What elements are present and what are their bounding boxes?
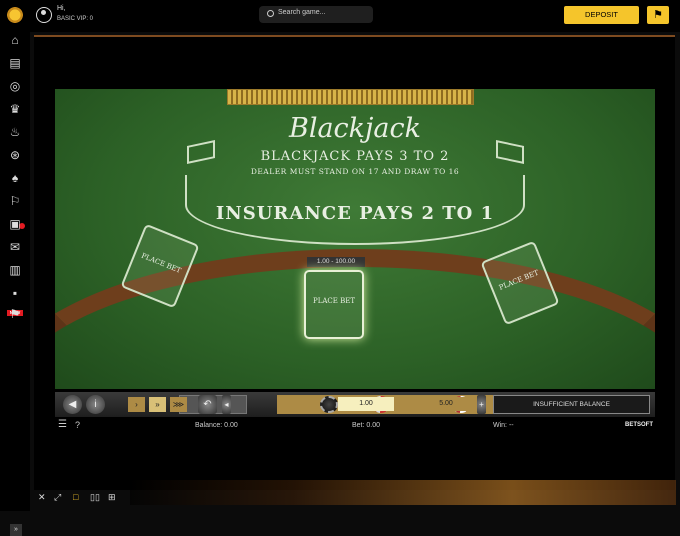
home-icon[interactable]: ⌂: [8, 33, 22, 47]
undo-icon[interactable]: ↶: [198, 395, 217, 414]
search-icon: [267, 10, 274, 17]
top-bar: Hi, BASIC VIP: 0 Search game... DEPOSIT …: [0, 0, 680, 32]
balance: Balance: 0.00: [195, 422, 238, 429]
logo[interactable]: [4, 4, 26, 26]
vip-level: BASIC VIP: 0: [57, 16, 94, 22]
place-bet-center[interactable]: PLACE BET: [304, 270, 364, 339]
cards-icon[interactable]: ♠: [8, 171, 22, 185]
info-icon[interactable]: i: [86, 395, 105, 414]
quad-view-icon[interactable]: ⊞: [108, 492, 116, 503]
checkered-flag-icon[interactable]: ⚑: [647, 6, 669, 24]
win: Win: --: [493, 422, 514, 429]
info-bar: ☰ ? Balance: 0.00 Bet: 0.00 Win: -- BETS…: [55, 417, 655, 435]
single-view-icon[interactable]: □: [73, 492, 78, 502]
deposit-button[interactable]: DEPOSIT: [564, 6, 639, 24]
live-casino-icon[interactable]: ♛: [8, 102, 22, 116]
brand-logo: BETSOFT: [625, 422, 653, 428]
ticket-icon[interactable]: ▪: [8, 286, 22, 300]
dealer-chip-tray: [227, 89, 474, 105]
payout-blackjack: BLACKJACK PAYS 3 TO 2: [260, 149, 450, 164]
sound-icon[interactable]: ◀: [63, 395, 82, 414]
gift-icon[interactable]: ✉: [8, 240, 22, 254]
promotions-icon[interactable]: ⚐: [8, 194, 22, 208]
chip-value-2: 5.00: [418, 397, 474, 411]
roulette-icon[interactable]: ⊛: [8, 148, 22, 162]
payout-insurance: INSURANCE PAYS 2 TO 1: [215, 203, 495, 224]
user-greeting: Hi,: [57, 5, 66, 12]
status-message: INSUFFICIENT BALANCE: [493, 395, 650, 414]
bet-limits: 1.00 - 100.00: [307, 257, 365, 267]
chips-icon[interactable]: ◎: [8, 79, 22, 93]
bank-icon[interactable]: ▣: [8, 217, 22, 231]
race-flag-icon[interactable]: ⚑: [8, 307, 22, 321]
dual-view-icon[interactable]: ▯▯: [90, 492, 100, 503]
expand-sidebar-icon[interactable]: »: [10, 524, 22, 536]
speed-fast-button[interactable]: »: [149, 397, 166, 412]
slots-icon[interactable]: ▤: [8, 56, 22, 70]
menu-icon[interactable]: ☰: [58, 419, 67, 430]
search-placeholder: Search game...: [278, 9, 326, 16]
chip-prev-button[interactable]: ◂: [222, 395, 231, 414]
decor-glow-bottom: [130, 480, 676, 505]
jackpot-icon[interactable]: ♨: [8, 125, 22, 139]
search-input[interactable]: Search game...: [259, 6, 373, 23]
chip-next-button[interactable]: +: [477, 395, 486, 414]
shop-icon[interactable]: ▥: [8, 263, 22, 277]
user-icon[interactable]: [36, 7, 52, 23]
fullscreen-icon[interactable]: ⤢: [54, 492, 61, 503]
speed-normal-button[interactable]: ›: [128, 397, 145, 412]
sidebar: ⌂ ▤ ◎ ♛ ♨ ⊛ ♠ ⚐ ▣ ✉ ▥ NEW ▪ ⚑ »: [0, 32, 30, 536]
close-icon[interactable]: ✕: [38, 492, 46, 503]
speed-fastest-button[interactable]: ⋙: [170, 397, 187, 412]
table-title: Blackjack: [288, 113, 421, 144]
help-icon[interactable]: ?: [75, 420, 80, 430]
blackjack-table: Blackjack BLACKJACK PAYS 3 TO 2 DEALER M…: [55, 89, 655, 389]
dealer-rule: DEALER MUST STAND ON 17 AND DRAW TO 16: [250, 167, 460, 176]
clear-chip-icon[interactable]: [320, 396, 338, 413]
chip-value: 1.00: [338, 397, 394, 411]
total-bet: Bet: 0.00: [352, 422, 381, 429]
